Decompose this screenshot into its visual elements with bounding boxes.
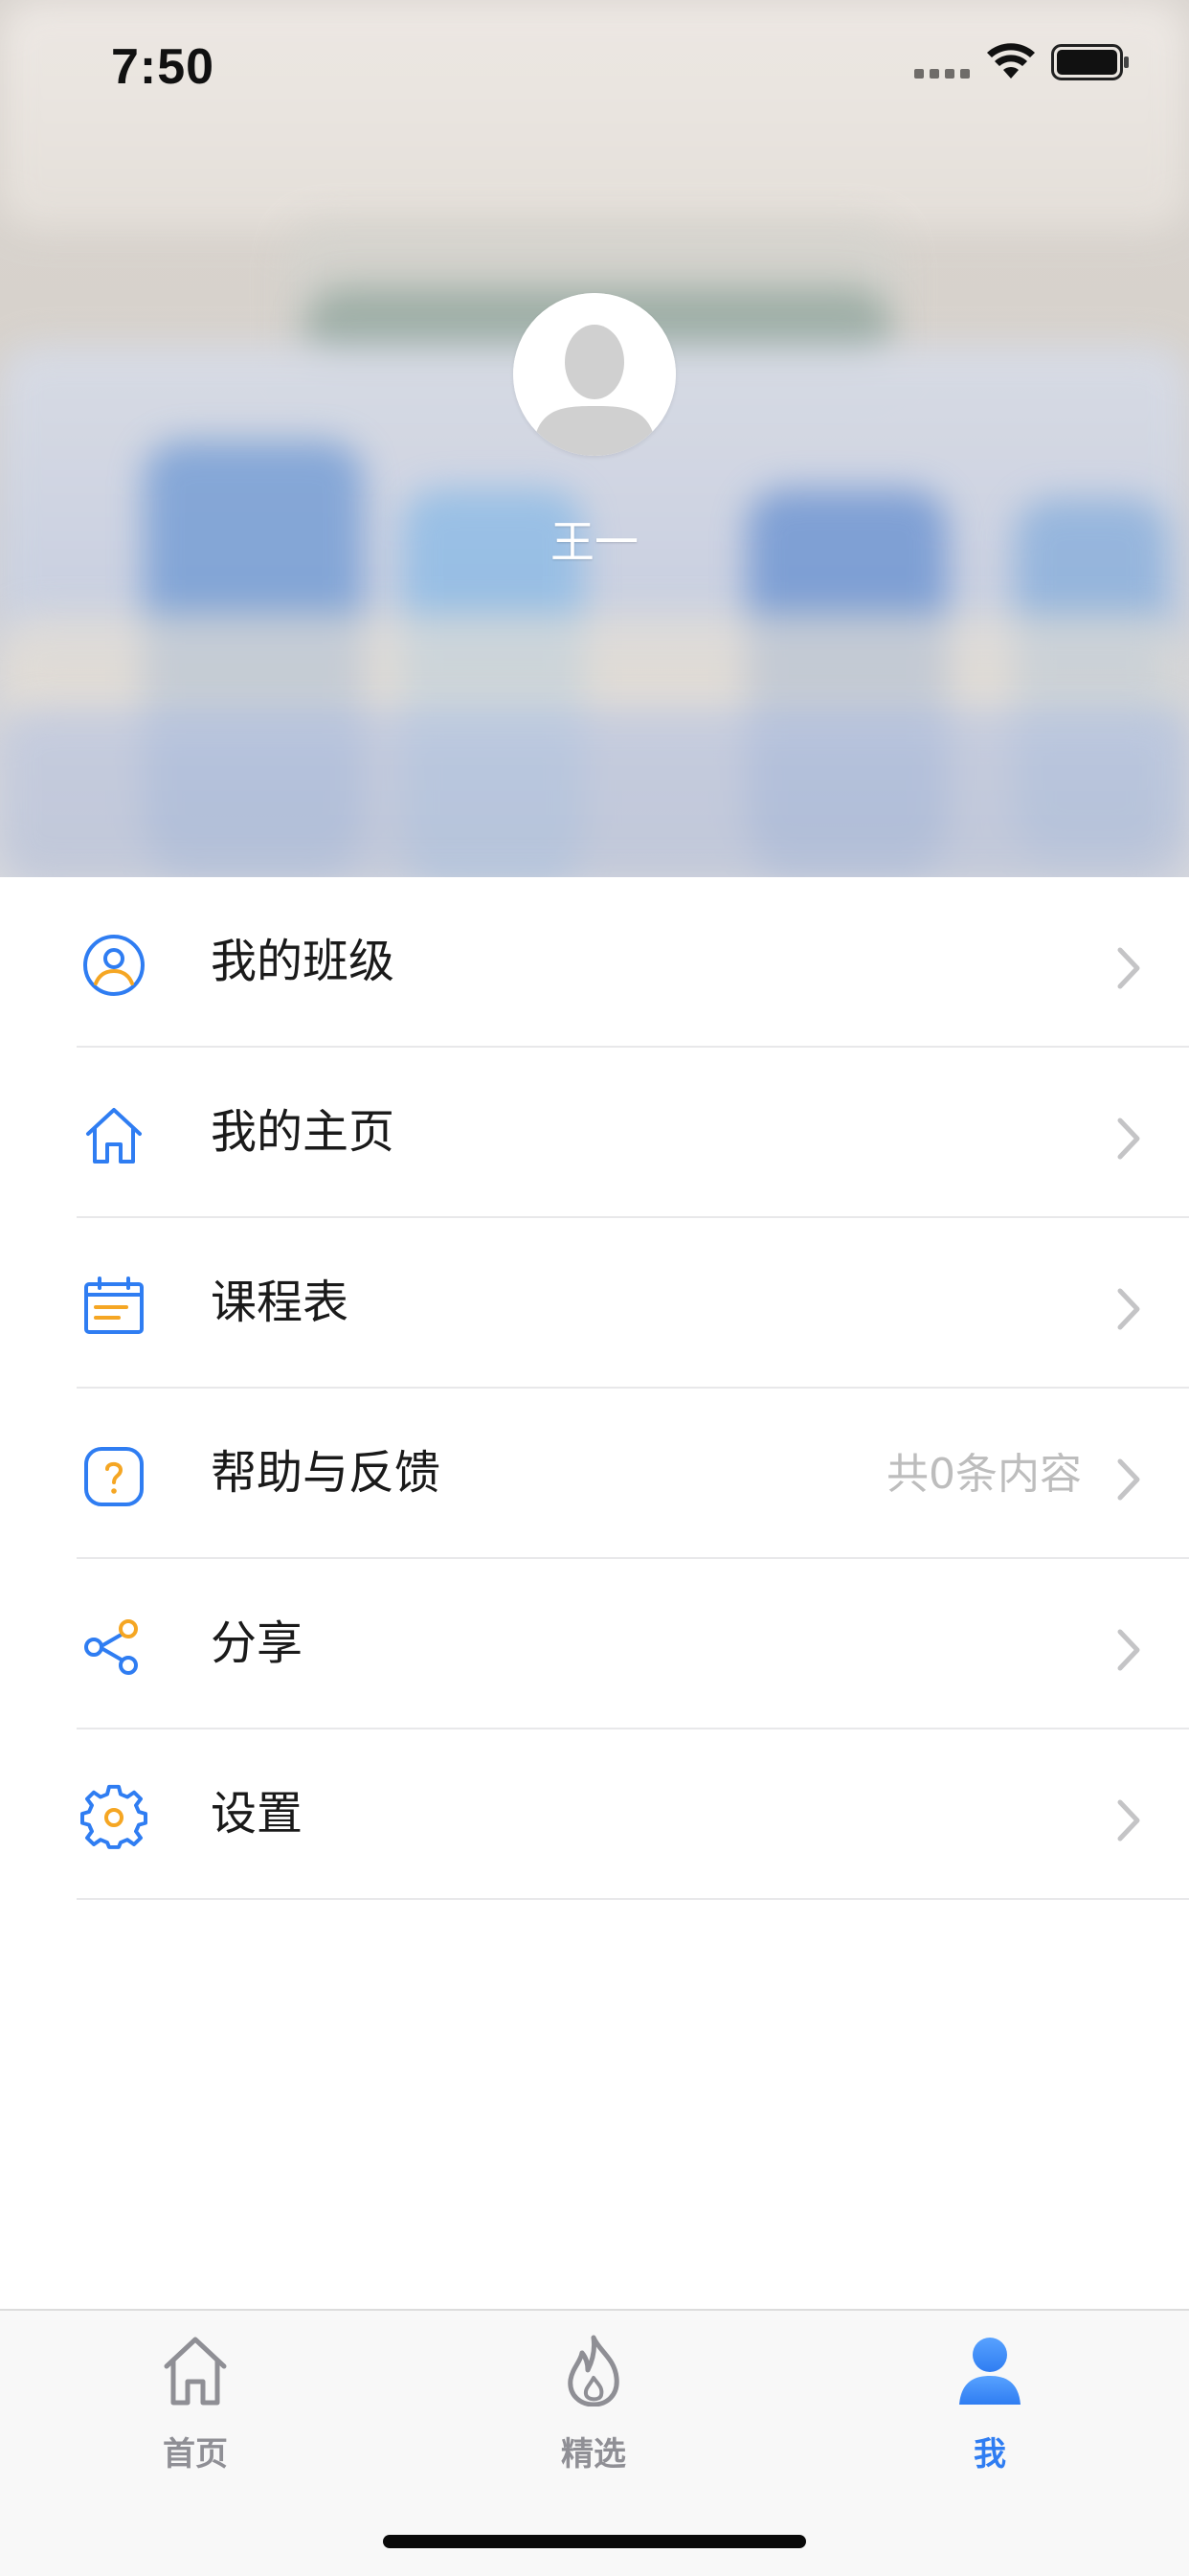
divider	[77, 1898, 1189, 1900]
cellular-signal-icon	[914, 69, 972, 79]
home-icon	[164, 2337, 227, 2406]
gear-icon	[80, 1784, 147, 1849]
menu-item-label: 我的班级	[211, 935, 395, 988]
chevron-right-icon	[1117, 1288, 1140, 1330]
menu-item-share[interactable]: 分享	[0, 1559, 1189, 1729]
help-icon	[84, 1447, 144, 1506]
default-avatar-icon	[513, 293, 676, 456]
tab-label: 精选	[561, 2435, 626, 2474]
chevron-right-icon	[1117, 1458, 1140, 1501]
tab-featured[interactable]: 精选	[479, 2334, 708, 2487]
tab-me[interactable]: 我	[875, 2334, 1105, 2487]
wifi-icon	[987, 43, 1035, 79]
flame-icon	[568, 2335, 619, 2407]
home-icon	[86, 1108, 142, 1164]
chevron-right-icon	[1117, 1118, 1140, 1160]
tab-label: 我	[974, 2435, 1006, 2474]
tab-bar: 首页 精选 我	[0, 2309, 1189, 2576]
menu-item-my-class[interactable]: 我的班级	[0, 877, 1189, 1048]
menu-list: 我的班级 我的主页 课程表 帮助与反馈 共0条内容 分享 设置	[0, 877, 1189, 1900]
profile-header: 7:50 王一	[0, 0, 1189, 877]
menu-item-help-feedback[interactable]: 帮助与反馈 共0条内容	[0, 1389, 1189, 1559]
menu-item-schedule[interactable]: 课程表	[0, 1218, 1189, 1389]
menu-item-label: 设置	[211, 1787, 303, 1841]
menu-item-label: 课程表	[211, 1276, 349, 1329]
menu-item-label: 帮助与反馈	[211, 1446, 441, 1500]
status-time: 7:50	[111, 39, 215, 95]
share-icon	[84, 1619, 138, 1675]
menu-item-label: 我的主页	[211, 1105, 395, 1159]
home-indicator	[383, 2535, 806, 2548]
avatar[interactable]	[513, 293, 676, 456]
battery-icon	[1051, 44, 1129, 80]
tab-label: 首页	[163, 2435, 228, 2474]
chevron-right-icon	[1117, 947, 1140, 989]
header-background	[0, 0, 1189, 230]
chevron-right-icon	[1117, 1799, 1140, 1842]
menu-item-settings[interactable]: 设置	[0, 1729, 1189, 1900]
feedback-count-text: 共0条内容	[886, 1450, 1082, 1499]
header-background-blur	[0, 709, 1189, 877]
user-name: 王一	[550, 516, 639, 568]
menu-item-label: 分享	[211, 1616, 303, 1670]
person-icon	[959, 2338, 1021, 2405]
calendar-icon	[84, 1277, 144, 1334]
chevron-right-icon	[1117, 1629, 1140, 1671]
tab-home[interactable]: 首页	[80, 2334, 310, 2487]
menu-item-my-homepage[interactable]: 我的主页	[0, 1048, 1189, 1218]
user-circle-icon	[83, 935, 145, 996]
